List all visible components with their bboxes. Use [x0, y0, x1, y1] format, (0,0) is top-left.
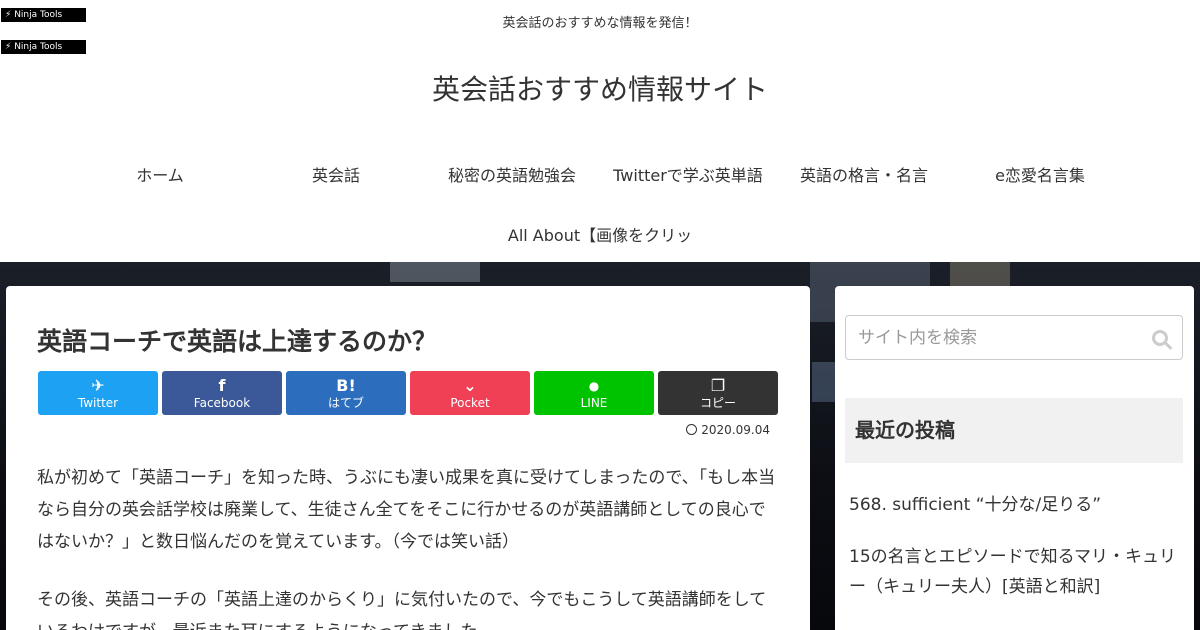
sidebar: 最近の投稿 568. sufficient “十分な/足りる” 15の名言とエピ…	[835, 286, 1194, 630]
post-paragraph: 私が初めて「英語コーチ」を知った時、うぶにも凄い成果を真に受けてしまったので、「…	[37, 468, 776, 552]
ninja-tools-badge[interactable]: ⚡ Ninja Tools	[1, 8, 86, 22]
nav-item-all-about[interactable]: All About【画像をクリッ	[500, 222, 700, 246]
ninja-tools-label: Ninja Tools	[14, 10, 63, 20]
post-date-value: 2020.09.04	[701, 423, 770, 437]
nav-item-secret-study[interactable]: 秘密の英語勉強会	[424, 162, 600, 186]
site-header: 英会話のおすすめな情報を発信！ 英会話おすすめ情報サイト ホーム 英会話 秘密の…	[0, 0, 1200, 262]
line-icon: ●	[588, 379, 600, 393]
clock-icon	[686, 424, 698, 435]
site-tagline: 英会話のおすすめな情報を発信！	[502, 16, 698, 31]
share-label: LINE	[580, 396, 608, 410]
site-title[interactable]: 英会話おすすめ情報サイト	[0, 68, 1200, 108]
nav-item-eikaiwa[interactable]: 英会話	[248, 162, 424, 186]
line-share-button[interactable]: ● LINE	[534, 371, 654, 415]
nav-item-home[interactable]: ホーム	[72, 162, 248, 186]
article-card: 英語コーチで英語は上達するのか？ ✈ Twitter f Facebook B!…	[6, 286, 810, 630]
hatena-b-icon: B!	[336, 376, 356, 395]
ninja-tools-label: Ninja Tools	[14, 42, 63, 52]
pocket-icon: ⌄	[463, 376, 477, 395]
search-icon[interactable]	[1152, 330, 1168, 346]
share-label: Twitter	[77, 396, 119, 410]
ninja-tools-badge[interactable]: ⚡ Ninja Tools	[1, 40, 86, 54]
facebook-f-icon: f	[218, 376, 226, 395]
recent-post-link[interactable]: 568. sufficient “十分な/足りる”	[849, 490, 1183, 520]
share-label: Facebook	[193, 396, 251, 410]
post-date: 2020.09.04	[686, 423, 770, 437]
twitter-bird-icon: ✈	[91, 376, 105, 395]
facebook-share-button[interactable]: f Facebook	[162, 371, 282, 415]
twitter-share-button[interactable]: ✈ Twitter	[38, 371, 158, 415]
nav-item-quotes[interactable]: 英語の格言・名言	[776, 162, 952, 186]
pocket-share-button[interactable]: ⌄ Pocket	[410, 371, 530, 415]
copy-share-button[interactable]: ❐ コピー	[658, 371, 778, 415]
nav-item-love-quotes[interactable]: e恋愛名言集	[952, 162, 1128, 186]
hatena-share-button[interactable]: B! はてブ	[286, 371, 406, 415]
share-label: Pocket	[450, 396, 490, 410]
recent-posts-heading: 最近の投稿	[845, 398, 1183, 463]
share-label: はてブ	[327, 396, 364, 410]
copy-icon: ❐	[710, 376, 726, 395]
post-paragraph: その後、英語コーチの「英語上達のからくり」に気付いたので、今でもこうして英語講師…	[37, 590, 767, 630]
post-title: 英語コーチで英語は上達するのか？	[37, 327, 438, 356]
share-label: コピー	[699, 396, 736, 410]
search-input[interactable]	[846, 316, 1136, 359]
search-box	[845, 315, 1183, 360]
nav-item-twitter-words[interactable]: Twitterで学ぶ英単語	[600, 162, 776, 186]
recent-post-link[interactable]: 15の名言とエピソードで知るマリ・キュリー（キュリー夫人）[英語と和訳]	[849, 542, 1183, 602]
